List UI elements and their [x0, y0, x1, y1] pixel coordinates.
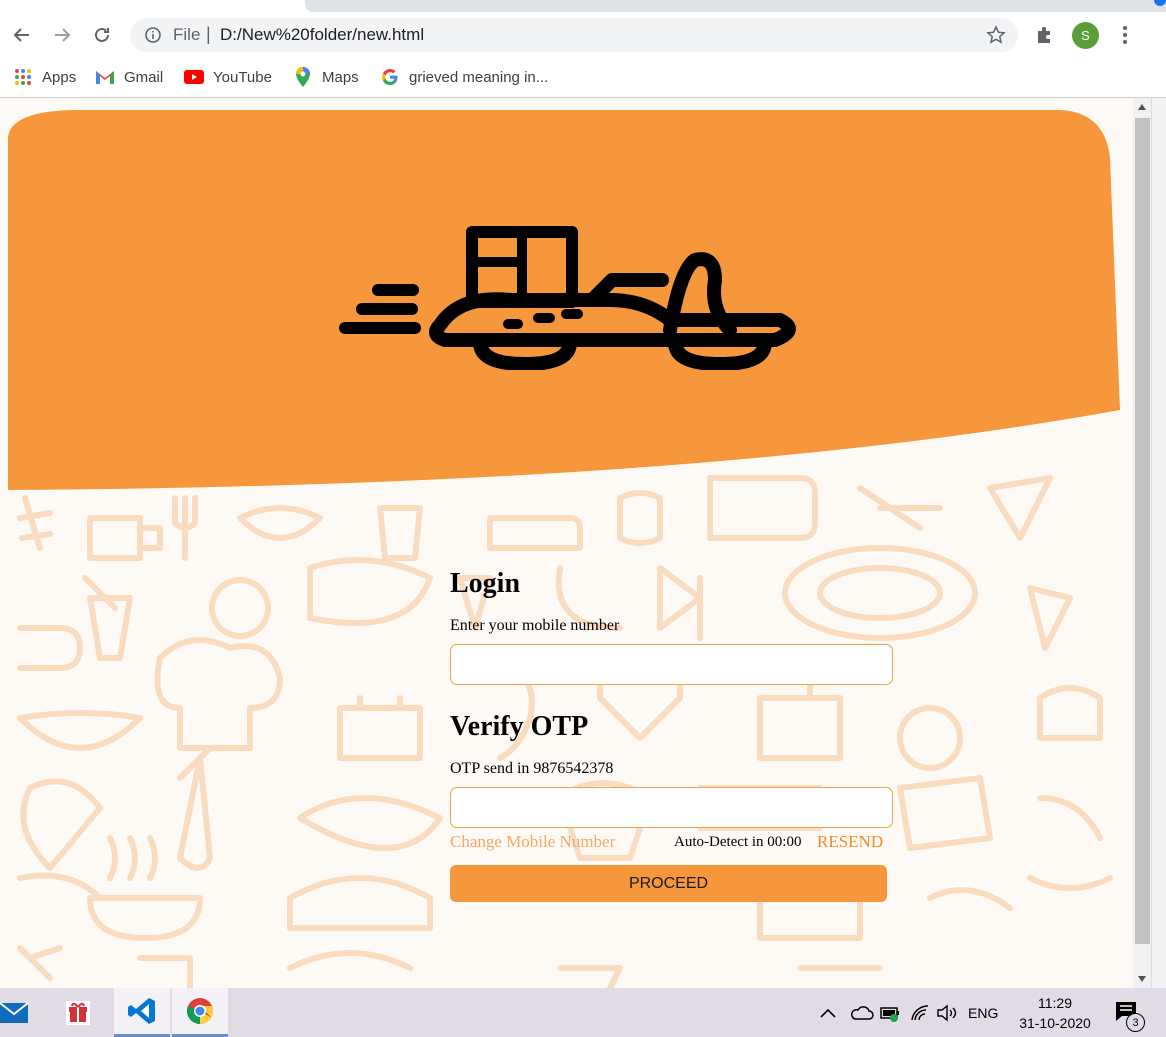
bookmark-label: Maps — [322, 68, 359, 86]
resend-otp-link[interactable]: RESEND — [817, 832, 883, 852]
login-form: Login Enter your mobile number Verify OT… — [450, 568, 900, 902]
otp-actions-row: Change Mobile Number Auto-Detect in 00:0… — [450, 828, 900, 854]
arrow-right-icon — [55, 28, 71, 42]
language-indicator[interactable]: ENG — [968, 1005, 998, 1021]
wifi-icon[interactable] — [910, 1004, 930, 1022]
profile-avatar[interactable]: S — [1072, 22, 1099, 49]
bookmark-youtube[interactable]: YouTube — [184, 66, 272, 88]
extensions-puzzle-icon[interactable] — [1034, 24, 1056, 46]
bookmark-label: YouTube — [213, 68, 272, 86]
address-bar[interactable]: File | D:/New%20folder/new.html — [130, 18, 1018, 52]
clock-date: 31-10-2020 — [1019, 1015, 1091, 1031]
onedrive-cloud-icon[interactable] — [850, 1004, 874, 1022]
bookmark-label: Gmail — [124, 68, 164, 86]
chrome-icon — [186, 998, 214, 1025]
scrollbar-thumb[interactable] — [1135, 118, 1150, 944]
gmail-icon — [95, 67, 115, 87]
action-center-button[interactable]: 3 — [1114, 1000, 1145, 1032]
mail-icon — [0, 1001, 29, 1023]
delivery-scooter-icon — [339, 226, 796, 370]
clock-time: 11:29 — [1038, 995, 1072, 1011]
otp-input[interactable] — [450, 787, 893, 828]
tab-bar — [305, 0, 1166, 12]
windows-taskbar: ENG 11:29 31-10-2020 3 — [0, 988, 1166, 1037]
login-heading: Login — [450, 568, 521, 599]
bookmarks-bar: Apps Gmail YouTube Maps grieved meaning … — [0, 58, 1166, 98]
page-scrollbar[interactable] — [1133, 98, 1151, 988]
bookmark-star-icon[interactable] — [986, 25, 1006, 45]
scroll-up-arrow-icon[interactable] — [1138, 104, 1146, 110]
kebab-menu-icon[interactable] — [1116, 24, 1134, 46]
bookmark-label: Apps — [42, 68, 77, 86]
page-viewport: Login Enter your mobile number Verify OT… — [0, 98, 1133, 988]
bookmark-maps[interactable]: Maps — [293, 66, 359, 88]
info-icon[interactable] — [144, 26, 162, 44]
tab-strip — [0, 0, 1166, 12]
browser-toolbar: File | D:/New%20folder/new.html S — [0, 12, 1166, 58]
url-separator: | — [206, 24, 211, 44]
vscode-icon — [128, 998, 155, 1024]
notification-count: 3 — [1126, 1013, 1145, 1032]
system-tray: ENG — [820, 988, 998, 1037]
mobile-number-input[interactable] — [450, 644, 893, 685]
bookmark-label: grieved meaning in... — [409, 68, 549, 86]
taskbar-chrome[interactable] — [172, 988, 228, 1037]
youtube-icon — [184, 67, 204, 87]
gift-icon — [66, 1000, 90, 1025]
battery-icon[interactable] — [880, 1004, 902, 1022]
scroll-down-arrow-icon[interactable] — [1138, 976, 1146, 982]
bookmark-google-search[interactable]: grieved meaning in... — [380, 66, 548, 88]
forward-button[interactable] — [49, 22, 75, 48]
auto-detect-timer: Auto-Detect in 00:00 — [674, 834, 802, 850]
bookmark-gmail[interactable]: Gmail — [95, 66, 163, 88]
url-scheme: File — [173, 25, 201, 44]
taskbar-gift-app[interactable] — [50, 988, 106, 1037]
proceed-button[interactable]: PROCEED — [450, 865, 887, 902]
arrow-left-icon — [13, 28, 29, 42]
bookmark-apps[interactable]: Apps — [13, 66, 76, 88]
maps-pin-icon — [293, 67, 313, 87]
reload-icon — [95, 27, 109, 42]
back-button[interactable] — [9, 22, 35, 48]
otp-sent-label: OTP send in 9876542378 — [450, 760, 614, 777]
window-edge — [1151, 98, 1166, 988]
taskbar-clock[interactable]: 11:29 31-10-2020 — [1012, 993, 1098, 1033]
reload-button[interactable] — [89, 22, 115, 48]
taskbar-mail[interactable] — [0, 988, 42, 1037]
chevron-up-icon[interactable] — [820, 1008, 836, 1018]
change-mobile-number-link[interactable]: Change Mobile Number — [450, 832, 615, 852]
google-icon — [380, 67, 400, 87]
speaker-volume-icon[interactable] — [936, 1004, 958, 1022]
verify-otp-heading: Verify OTP — [450, 711, 589, 742]
mobile-number-label: Enter your mobile number — [450, 617, 620, 634]
apps-grid-icon — [13, 67, 33, 87]
taskbar-vscode[interactable] — [114, 988, 170, 1037]
url-text[interactable]: D:/New%20folder/new.html — [220, 25, 424, 45]
